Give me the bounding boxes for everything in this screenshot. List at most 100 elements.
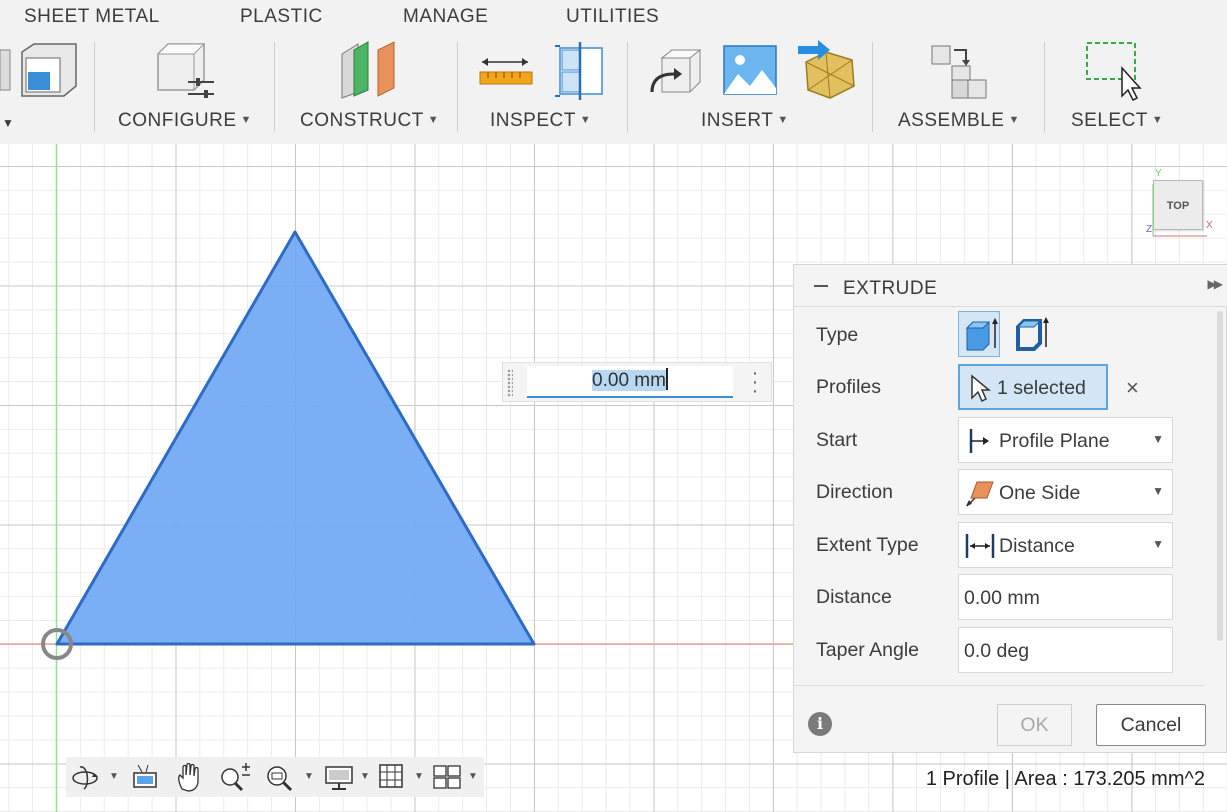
section-analysis-icon[interactable] [554, 42, 606, 100]
insert-label: INSERT [701, 110, 774, 131]
joint-icon[interactable] [928, 42, 990, 100]
navigation-bar: ▼ ▼ ▼ ▼ ▼ [66, 757, 484, 797]
distance-extent-icon [965, 534, 995, 558]
ribbon-toolbar: SHEET METAL PLASTIC MANAGE UTILITIES ▼ C… [0, 0, 1227, 144]
select-label: SELECT [1071, 110, 1148, 131]
profiles-selection-button[interactable]: 1 selected [958, 364, 1108, 410]
viewcube-y-axis-label: Y [1155, 168, 1162, 179]
type-label: Type [816, 324, 859, 346]
profile-plane-icon [969, 429, 989, 453]
collapse-icon[interactable] [814, 285, 828, 287]
panel-divider [794, 685, 1204, 686]
ok-button[interactable]: OK [997, 704, 1072, 746]
display-settings-icon[interactable] [324, 763, 354, 791]
toolbar-divider [627, 42, 628, 132]
chevron-down-icon: ▼ [777, 114, 789, 126]
toolbar-divider [457, 42, 458, 132]
grid-settings-icon[interactable] [378, 763, 406, 791]
toolbar-divider [872, 42, 873, 132]
distance-label: Distance [816, 586, 892, 608]
type-solid-button[interactable] [958, 311, 1000, 357]
measure-icon[interactable] [478, 54, 534, 90]
configure-label: CONFIGURE [118, 110, 237, 131]
configure-menu[interactable]: CONFIGURE ▼ [118, 110, 252, 132]
dialog-title: EXTRUDE [843, 278, 938, 299]
distance-input[interactable]: 0.00 mm [958, 574, 1173, 620]
inspect-menu[interactable]: INSPECT ▼ [490, 110, 591, 132]
construct-label: CONSTRUCT [300, 110, 424, 131]
construct-menu[interactable]: CONSTRUCT ▼ [300, 110, 439, 132]
extrude-thin-icon [1016, 317, 1049, 351]
tab-utilities[interactable]: UTILITIES [566, 6, 659, 28]
tab-sheet-metal[interactable]: SHEET METAL [24, 6, 160, 28]
panel-scrollbar[interactable] [1217, 311, 1223, 641]
taper-angle-value: 0.0 deg [964, 640, 1030, 662]
configure-icon[interactable] [152, 42, 218, 102]
toolbar-divider [274, 42, 275, 132]
zoom-icon[interactable] [218, 763, 252, 793]
info-icon[interactable]: i [808, 712, 832, 736]
start-dropdown[interactable]: Profile Plane ▼ [958, 417, 1173, 463]
viewports-icon[interactable] [432, 763, 462, 791]
look-at-icon[interactable] [130, 763, 160, 791]
chevron-down-icon[interactable]: ▼ [360, 771, 370, 782]
chevron-down-icon: ▼ [1152, 484, 1164, 498]
start-value: Profile Plane [999, 430, 1110, 452]
insert-derive-icon[interactable] [648, 48, 704, 98]
chevron-down-icon: ▼ [240, 114, 252, 126]
dialog-header: EXTRUDE ▶▶ [794, 265, 1227, 307]
cancel-button[interactable]: Cancel [1096, 704, 1206, 746]
chevron-down-icon[interactable]: ▼ [109, 771, 119, 782]
drag-handle-icon[interactable] [507, 369, 513, 397]
assemble-menu[interactable]: ASSEMBLE ▼ [898, 110, 1020, 132]
extent-type-dropdown[interactable]: Distance ▼ [958, 522, 1173, 568]
chevron-down-icon[interactable]: ▼ [414, 771, 424, 782]
profiles-label: Profiles [816, 376, 882, 398]
more-options-icon[interactable]: · · · [747, 363, 763, 401]
inspect-label: INSPECT [490, 110, 576, 131]
insert-image-icon[interactable] [722, 44, 778, 98]
clear-selection-icon[interactable]: × [1126, 375, 1139, 401]
sheet-metal-icon[interactable] [0, 42, 80, 104]
type-thin-button[interactable] [1010, 311, 1052, 357]
start-label: Start [816, 429, 858, 451]
sketch-profile-triangle [55, 230, 536, 646]
chevron-down-icon: ▼ [427, 114, 440, 126]
extent-type-label: Extent Type [816, 534, 919, 556]
direction-label: Direction [816, 481, 893, 503]
one-side-icon [966, 481, 994, 507]
extrude-solid-icon [965, 318, 998, 351]
construct-plane-icon[interactable] [336, 40, 398, 100]
extrude-dialog: EXTRUDE ▶▶ Type Profiles 1 selected × St… [793, 264, 1227, 753]
distance-dimension-input[interactable]: 0.00 mm [527, 366, 733, 398]
chevron-down-icon: ▼ [1152, 537, 1164, 551]
fit-icon[interactable] [264, 763, 294, 793]
toolbar-divider [94, 42, 95, 132]
insert-menu[interactable]: INSERT ▼ [701, 110, 789, 132]
select-menu[interactable]: SELECT ▼ [1071, 110, 1163, 132]
direction-dropdown[interactable]: One Side ▼ [958, 469, 1173, 515]
tab-manage[interactable]: MANAGE [403, 6, 488, 28]
tab-plastic[interactable]: PLASTIC [240, 6, 323, 28]
chevron-down-icon: ▼ [1008, 114, 1020, 126]
text-cursor [665, 368, 668, 390]
taper-angle-label: Taper Angle [816, 639, 919, 661]
partial-group-caret[interactable]: ▼ [2, 116, 14, 130]
window-select-icon[interactable] [1084, 40, 1146, 102]
toolbar-divider [1044, 42, 1045, 132]
chevron-down-icon: ▼ [1152, 432, 1164, 446]
cursor-arrow-icon [971, 374, 992, 403]
chevron-down-icon: ▼ [579, 114, 592, 126]
direction-value: One Side [999, 482, 1081, 504]
extent-type-value: Distance [999, 535, 1075, 557]
status-text: 1 Profile | Area : 173.205 mm^2 [925, 768, 1205, 790]
pan-hand-icon[interactable] [174, 763, 204, 793]
expand-panel-icon[interactable]: ▶▶ [1208, 277, 1224, 291]
distance-value: 0.00 mm [964, 587, 1040, 609]
dimension-input-value: 0.00 mm [592, 370, 666, 391]
insert-mesh-icon[interactable] [796, 40, 858, 100]
orbit-icon[interactable] [70, 763, 100, 791]
taper-angle-input[interactable]: 0.0 deg [958, 627, 1173, 673]
chevron-down-icon[interactable]: ▼ [468, 771, 478, 782]
chevron-down-icon[interactable]: ▼ [304, 771, 314, 782]
